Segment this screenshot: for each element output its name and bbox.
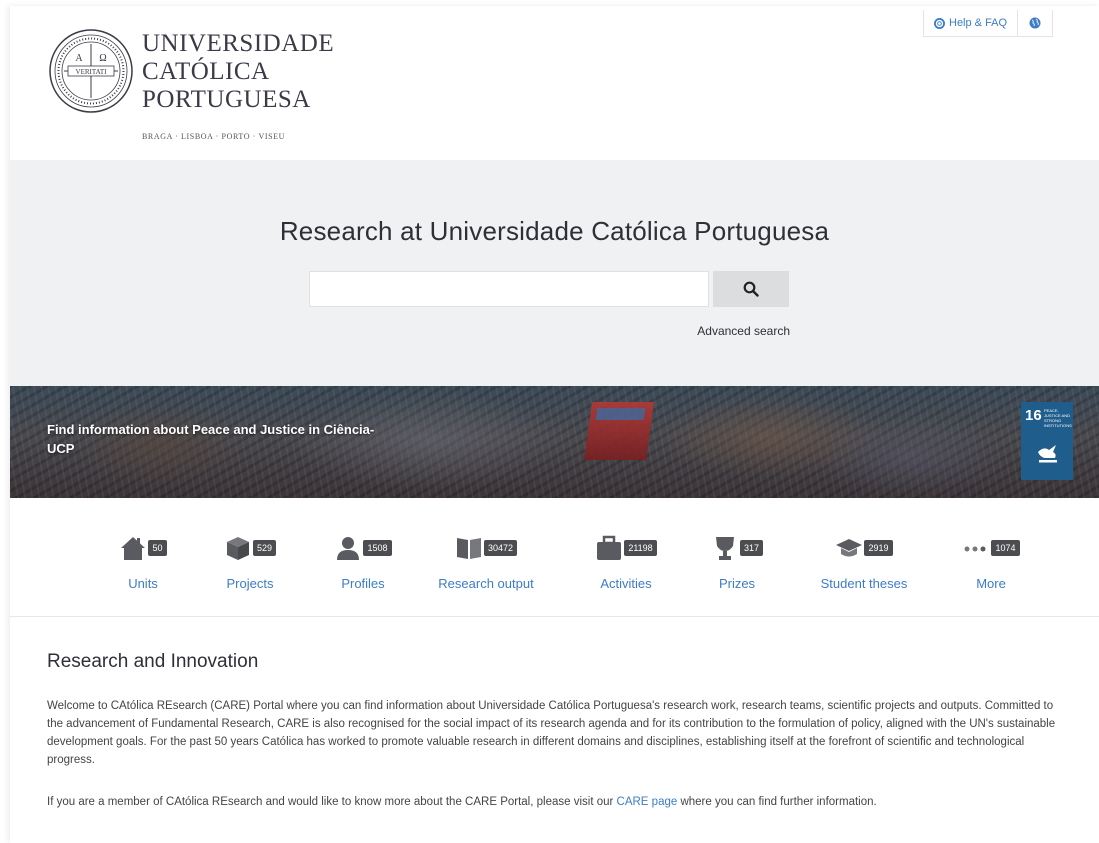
sdg-16-badge: 16 PEACE, JUSTICE AND STRONG INSTITUTION… xyxy=(1021,402,1073,480)
content-stats: 50 Units 529 Projects 1508 Profiles 3047… xyxy=(10,498,1099,617)
stat-label: Student theses xyxy=(820,576,908,591)
svg-text:A: A xyxy=(75,53,83,64)
search-button[interactable] xyxy=(713,271,789,307)
sdg-number: 16 xyxy=(1025,407,1042,424)
logo-cities: BRAGA · LISBOA · PORTO · VISEU xyxy=(142,132,286,141)
stat-prizes-top: 317 xyxy=(672,534,802,562)
count-badge: 2919 xyxy=(864,540,893,556)
banner-photo-detail xyxy=(583,402,655,460)
logo-text-line2: CATÓLICA xyxy=(142,58,270,85)
dove-icon xyxy=(1038,445,1057,463)
advanced-search-link[interactable]: Advanced search xyxy=(650,324,790,338)
stat-more[interactable]: 1074 More xyxy=(926,498,1056,616)
count-badge: 1508 xyxy=(363,540,392,556)
stat-research-output-top: 30472 xyxy=(421,534,551,562)
stat-research-output[interactable]: 30472 Research output xyxy=(421,498,551,616)
site-header: VERITATI A Ω UNIVERSIDADE CATÓLICA PORTU… xyxy=(10,6,1099,160)
book-icon xyxy=(455,535,483,561)
top-utility-bar: Help & FAQ xyxy=(923,10,1054,37)
logo-text-line3: PORTUGUESA xyxy=(142,86,311,113)
page-title: Research at Universidade Católica Portug… xyxy=(279,216,830,246)
box-icon xyxy=(224,535,252,561)
care-paragraph: If you are a member of CAtólica REsearch… xyxy=(47,793,1067,811)
stat-student-theses-top: 2919 xyxy=(799,534,929,562)
stat-student-theses[interactable]: 2919 Student theses xyxy=(799,498,929,616)
language-selector[interactable] xyxy=(1018,10,1052,36)
count-badge: 317 xyxy=(739,540,764,556)
university-seal-icon: VERITATI A Ω xyxy=(49,29,133,113)
care-paragraph-text-before: If you are a member of CAtólica REsearch… xyxy=(47,796,617,808)
more-dots-icon xyxy=(962,535,990,561)
stat-projects[interactable]: 529 Projects xyxy=(185,498,315,616)
search-section: Research at Universidade Católica Portug… xyxy=(10,160,1099,386)
globe-icon xyxy=(1029,17,1041,29)
svg-text:VERITATI: VERITATI xyxy=(76,68,108,76)
stat-more-top: 1074 xyxy=(926,534,1056,562)
stat-prizes[interactable]: 317 Prizes xyxy=(672,498,802,616)
stat-label: Research output xyxy=(438,576,534,591)
graduation-cap-icon xyxy=(835,535,863,561)
count-badge: 21198 xyxy=(624,540,657,556)
sdg-banner[interactable]: Find information about Peace and Justice… xyxy=(10,386,1099,498)
stat-label: Projects xyxy=(226,576,274,591)
person-icon xyxy=(334,535,362,561)
care-page-link[interactable]: CARE page xyxy=(617,796,678,808)
banner-text: Find information about Peace and Justice… xyxy=(47,422,375,456)
svg-text:Ω: Ω xyxy=(99,53,106,64)
help-faq-link[interactable]: Help & FAQ xyxy=(924,10,1019,36)
research-innovation-section: Research and Innovation Welcome to CAtól… xyxy=(10,617,1099,843)
lifebuoy-icon xyxy=(934,17,945,29)
care-paragraph-text-after: where you can find further information. xyxy=(677,796,877,808)
stat-projects-top: 529 xyxy=(185,534,315,562)
stat-profiles[interactable]: 1508 Profiles xyxy=(298,498,428,616)
help-faq-label: Help & FAQ xyxy=(949,17,1008,29)
university-logo[interactable]: VERITATI A Ω UNIVERSIDADE CATÓLICA PORTU… xyxy=(48,28,348,148)
stat-label: Profiles xyxy=(341,576,385,591)
logo-text-line1: UNIVERSIDADE xyxy=(142,30,335,57)
trophy-icon xyxy=(711,535,739,561)
section-title: Research and Innovation xyxy=(47,651,259,672)
briefcase-icon xyxy=(595,535,623,561)
stat-label: Prizes xyxy=(718,576,756,591)
search-icon xyxy=(743,281,759,297)
stat-profiles-top: 1508 xyxy=(298,534,428,562)
intro-paragraph: Welcome to CAtólica REsearch (CARE) Port… xyxy=(47,700,1056,766)
sdg-caption: PEACE, JUSTICE AND STRONG INSTITUTIONS xyxy=(1044,408,1072,428)
page: VERITATI A Ω UNIVERSIDADE CATÓLICA PORTU… xyxy=(10,6,1099,843)
stat-label: More xyxy=(976,576,1006,591)
count-badge: 30472 xyxy=(483,540,518,556)
home-icon xyxy=(119,535,147,561)
count-badge: 529 xyxy=(252,540,277,556)
count-badge: 1074 xyxy=(991,540,1020,556)
search-input[interactable] xyxy=(309,271,709,307)
count-badge: 50 xyxy=(148,540,167,556)
